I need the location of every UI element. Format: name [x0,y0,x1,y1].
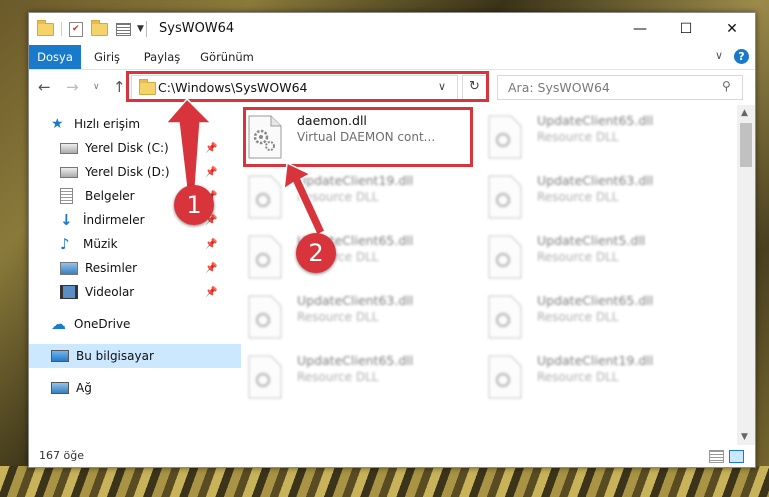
arrow-to-file [283,161,326,237]
desktop-background [0,466,769,497]
step-badge-2: 2 [296,233,336,273]
step-badge-1: 1 [174,185,214,225]
explorer-window: ✔ ▼ SysWOW64 — ☐ ✕ Dosya Giriş Paylaş Gö… [28,12,756,468]
arrow-up-to-address [164,97,213,192]
annotation-arrows [164,97,326,237]
